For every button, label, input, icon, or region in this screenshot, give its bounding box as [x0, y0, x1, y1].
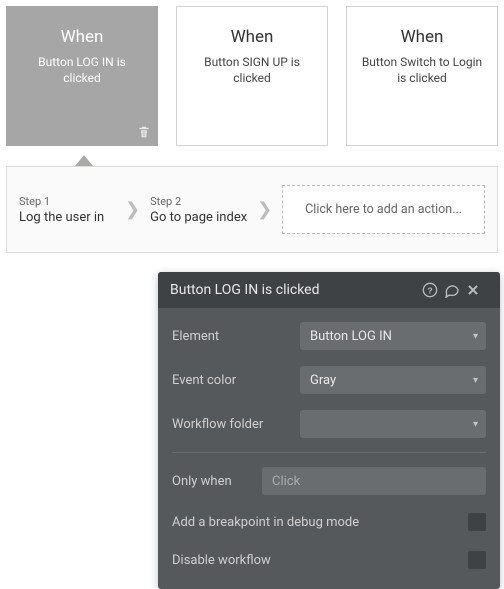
selected-pointer-icon: [75, 155, 93, 166]
chevron-down-icon: ▾: [473, 331, 478, 342]
workflow-step-1[interactable]: Step 1 Log the user in: [19, 195, 115, 225]
color-label: Event color: [172, 373, 290, 388]
event-desc: Button Switch to Login is clicked: [347, 55, 497, 86]
comment-icon[interactable]: [444, 282, 466, 298]
step-text: Log the user in: [19, 210, 115, 225]
chevron-down-icon: ▾: [473, 375, 478, 386]
element-value: Button LOG IN: [310, 329, 392, 344]
close-icon[interactable]: [466, 283, 488, 297]
event-card-signup[interactable]: When Button SIGN UP is clicked: [176, 6, 328, 146]
panel-header[interactable]: Button LOG IN is clicked ?: [158, 272, 500, 308]
chevron-down-icon: ▾: [473, 419, 478, 430]
disable-label: Disable workflow: [172, 553, 271, 568]
add-action-button[interactable]: Click here to add an action...: [282, 185, 485, 234]
event-when: When: [401, 27, 444, 47]
events-row: When Button LOG IN is clicked When Butto…: [0, 0, 504, 146]
chevron-right-icon: ❯: [251, 199, 278, 220]
folder-label: Workflow folder: [172, 417, 290, 432]
panel-body: Element Button LOG IN ▾ Event color Gray…: [158, 308, 500, 589]
event-card-switchlogin[interactable]: When Button Switch to Login is clicked: [346, 6, 498, 146]
row-only-when: Only when Click: [158, 459, 500, 503]
workflow-step-2[interactable]: Step 2 Go to page index: [150, 195, 247, 225]
step-label: Step 2: [150, 195, 247, 208]
panel-title: Button LOG IN is clicked: [170, 282, 422, 298]
step-label: Step 1: [19, 195, 115, 208]
row-disable: Disable workflow: [158, 541, 500, 579]
trash-icon[interactable]: [137, 125, 151, 139]
chevron-right-icon: ❯: [119, 199, 146, 220]
color-select[interactable]: Gray ▾: [300, 366, 486, 394]
event-desc: Button LOG IN is clicked: [7, 55, 157, 86]
event-desc: Button SIGN UP is clicked: [177, 55, 327, 86]
element-label: Element: [172, 329, 290, 344]
disable-checkbox[interactable]: [468, 551, 486, 569]
only-when-placeholder: Click: [272, 474, 300, 489]
row-color: Event color Gray ▾: [158, 358, 500, 402]
svg-text:?: ?: [427, 285, 432, 295]
step-text: Go to page index: [150, 210, 247, 225]
row-folder: Workflow folder ▾: [158, 402, 500, 446]
only-when-input[interactable]: Click: [262, 467, 486, 495]
workflow-steps-bar: Step 1 Log the user in ❯ Step 2 Go to pa…: [6, 166, 498, 253]
breakpoint-label: Add a breakpoint in debug mode: [172, 515, 359, 530]
row-element: Element Button LOG IN ▾: [158, 314, 500, 358]
event-card-login[interactable]: When Button LOG IN is clicked: [6, 6, 158, 146]
breakpoint-checkbox[interactable]: [468, 513, 486, 531]
folder-select[interactable]: ▾: [300, 410, 486, 438]
color-value: Gray: [310, 373, 336, 388]
event-when: When: [61, 27, 104, 47]
row-breakpoint: Add a breakpoint in debug mode: [158, 503, 500, 541]
divider: [172, 452, 486, 453]
element-select[interactable]: Button LOG IN ▾: [300, 322, 486, 350]
help-icon[interactable]: ?: [422, 282, 444, 298]
only-when-label: Only when: [172, 474, 252, 489]
properties-panel: Button LOG IN is clicked ? Element Butto…: [158, 272, 500, 589]
event-when: When: [231, 27, 274, 47]
